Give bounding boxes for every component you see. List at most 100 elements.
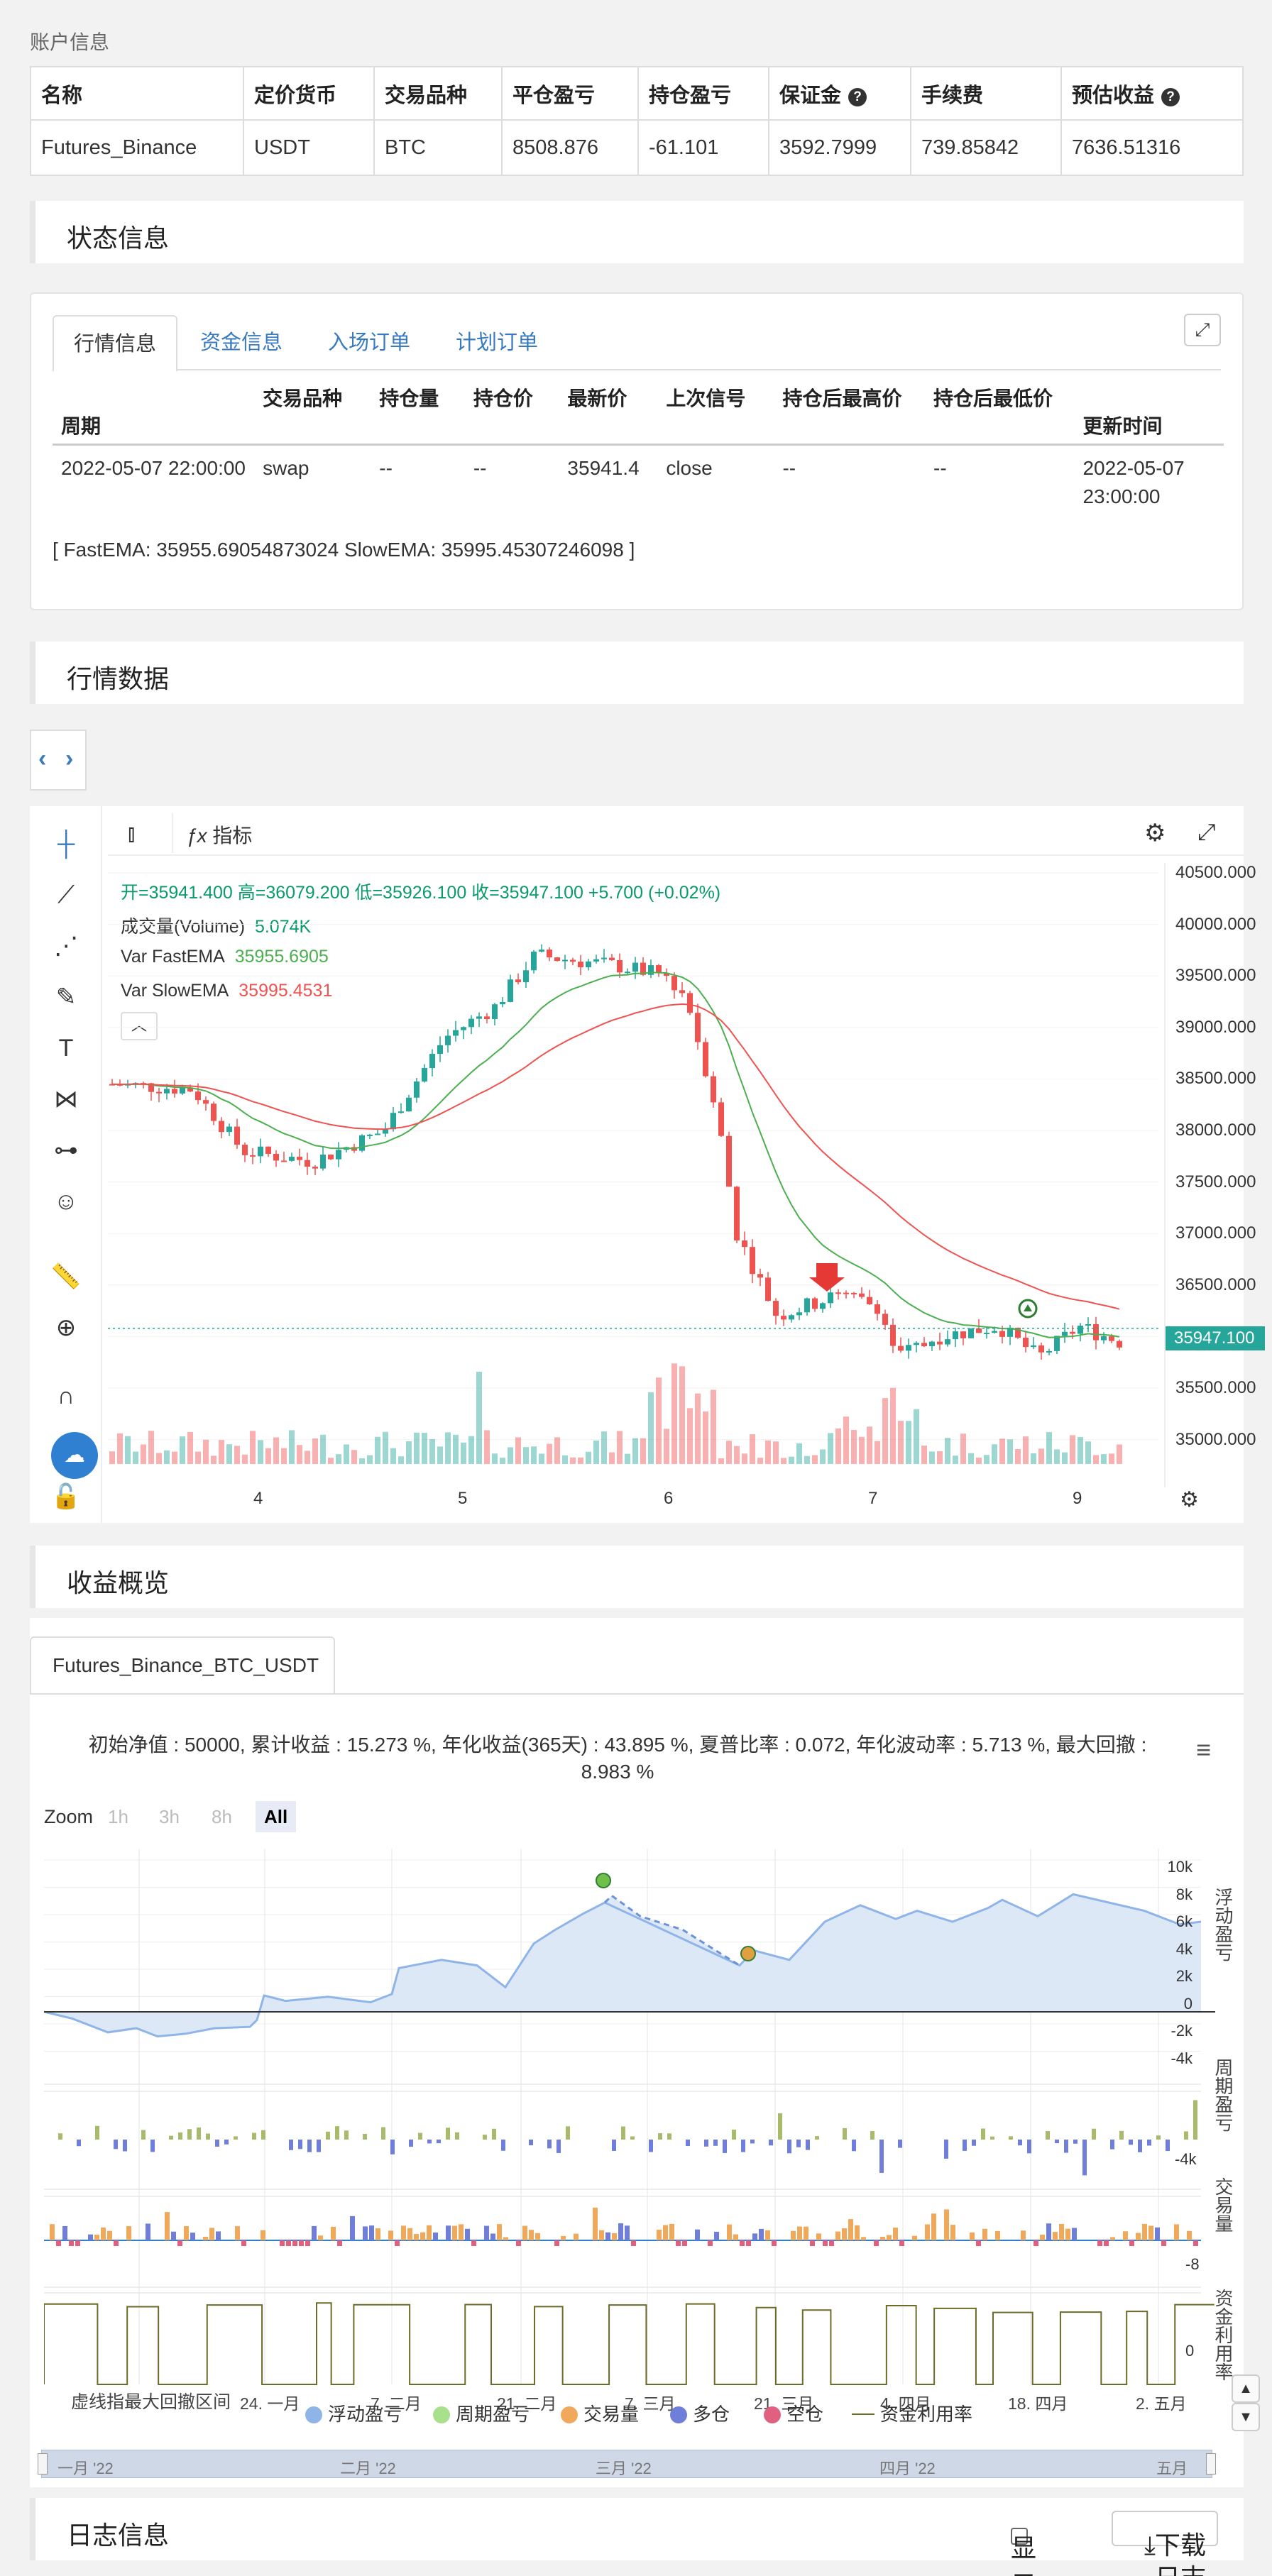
volume-bar	[305, 1451, 310, 1464]
candle	[835, 1292, 841, 1294]
tab-plan-orders[interactable]: 计划订单	[436, 315, 558, 372]
volume-bar	[640, 1438, 646, 1464]
period-pnl-bar	[501, 2140, 505, 2151]
utilization-line	[44, 2302, 1215, 2385]
volume-bar	[1110, 2237, 1115, 2240]
emoji-icon[interactable]: ☺	[50, 1185, 82, 1218]
legend-float-pnl[interactable]: 浮动盈亏	[305, 2400, 402, 2426]
fib-tool-icon[interactable]: ⋰	[50, 930, 82, 962]
help-icon[interactable]: ?	[1161, 87, 1180, 106]
volume-bar	[861, 2237, 866, 2240]
volume-bar	[970, 2232, 975, 2240]
volume-bar	[146, 2223, 150, 2240]
cell-est-profit: 7636.51316	[1060, 119, 1244, 176]
magnet-icon[interactable]: ∩	[50, 1380, 82, 1412]
volume-bar	[297, 1445, 302, 1464]
period-pnl-bar	[206, 2133, 210, 2140]
tab-market-info[interactable]: 行情信息	[53, 315, 178, 372]
measure-tool-icon[interactable]: ⊶	[50, 1134, 82, 1167]
nav-handle-left[interactable]	[38, 2453, 48, 2475]
pattern-tool-icon[interactable]: ⋈	[50, 1083, 82, 1116]
chevron-right-icon[interactable]: ›	[65, 745, 73, 773]
zoom-1h-button[interactable]: 1h	[99, 1801, 137, 1832]
chevron-left-icon[interactable]: ‹	[38, 745, 46, 773]
volume-bar	[56, 2240, 61, 2246]
volume-bar	[765, 1440, 771, 1464]
volume-bar	[992, 1444, 997, 1464]
indicator-button[interactable]: ƒx 指标	[186, 820, 252, 849]
candle-type-icon[interactable]: ⫾	[128, 820, 135, 847]
profit-stats: 初始净值 : 50000, 累计收益 : 15.273 %, 年化收益(365天…	[88, 1734, 1147, 1783]
volume-bar	[1059, 2223, 1064, 2240]
text-tool-icon[interactable]: T	[50, 1032, 82, 1064]
buy-signal-marker	[1018, 1299, 1038, 1319]
expand-icon[interactable]: ⤢	[1184, 314, 1221, 346]
account-title: 账户信息	[30, 31, 110, 53]
zoom-8h-button[interactable]: 8h	[203, 1801, 241, 1832]
volume-bar	[976, 1458, 982, 1464]
cell-high-after: --	[782, 456, 796, 479]
candle	[992, 1331, 997, 1333]
period-pnl-bar	[363, 2133, 367, 2140]
profit-y-tick: 2k	[1175, 1967, 1192, 1985]
volume-bar	[1161, 2240, 1166, 2246]
period-pnl-bar	[381, 2127, 385, 2140]
tab-futures-binance[interactable]: Futures_Binance_BTC_USDT	[30, 1636, 335, 1695]
period-pnl-bar	[806, 2140, 810, 2150]
legend-utilization[interactable]: 资金利用率	[852, 2400, 972, 2426]
col-name: 名称	[30, 66, 244, 121]
brush-icon[interactable]: ✎	[50, 981, 82, 1013]
settings-icon[interactable]: ⚙	[1144, 819, 1166, 847]
legend-period-pnl[interactable]: 周期盈亏	[433, 2400, 530, 2426]
candle	[765, 1277, 771, 1301]
candle	[601, 957, 607, 959]
legend-short[interactable]: 空仓	[764, 2400, 823, 2426]
crosshair-icon[interactable]: ┼	[50, 827, 82, 860]
scroll-up-icon[interactable]: ▲	[1232, 2374, 1260, 2403]
volume-bar	[280, 2240, 285, 2246]
volume-bar	[219, 1440, 224, 1464]
period-pnl-bar	[778, 2113, 782, 2140]
download-log-button[interactable]: ⤓ 下载日志	[1112, 2511, 1218, 2576]
cell-margin: 3592.7999	[768, 119, 911, 176]
candle	[679, 990, 685, 993]
ruler-icon[interactable]: 📏	[50, 1260, 82, 1293]
tab-entry-orders[interactable]: 入场订单	[308, 315, 430, 372]
tab-funds-info[interactable]: 资金信息	[180, 315, 302, 372]
line-tool-icon[interactable]: ⟋	[50, 879, 82, 911]
x-tick: 7	[868, 1489, 878, 1508]
volume-bar	[757, 1458, 763, 1464]
zoom-in-icon[interactable]: ⊕	[50, 1311, 82, 1344]
candle	[305, 1160, 310, 1167]
zoom-3h-button[interactable]: 3h	[150, 1801, 188, 1832]
period-pnl-bar	[723, 2140, 727, 2153]
lock-icon[interactable]: 🔓	[50, 1480, 82, 1513]
candle	[1101, 1336, 1107, 1341]
volume-bar	[88, 2234, 93, 2240]
volume-y-tick: -8	[1185, 2255, 1200, 2273]
volume-bar	[890, 1387, 896, 1464]
range-navigator[interactable]: 一月 '22 二月 '22 三月 '22 四月 '22 五月	[38, 2450, 1216, 2478]
status-section-header: 状态信息	[30, 201, 1244, 263]
candle	[554, 957, 560, 962]
kline-svg	[108, 872, 1158, 1464]
zoom-all-button[interactable]: All	[256, 1801, 297, 1832]
scroll-down-icon[interactable]: ▼	[1232, 2403, 1260, 2431]
volume-bar	[605, 2232, 610, 2240]
fullscreen-icon[interactable]: ⤢	[1197, 819, 1216, 846]
candle	[718, 1102, 724, 1136]
x-tick: 5	[458, 1489, 468, 1508]
hamburger-menu-icon[interactable]: ≡	[1196, 1735, 1211, 1765]
drawdown-start-marker	[596, 1873, 611, 1888]
chart-settings-icon[interactable]: ⚙	[1180, 1487, 1199, 1512]
volume-bar	[1104, 2240, 1109, 2246]
help-icon[interactable]: ?	[848, 87, 867, 106]
candle	[1038, 1345, 1044, 1353]
nav-handle-right[interactable]	[1206, 2453, 1216, 2475]
candle	[226, 1126, 232, 1133]
volume-bar	[574, 2233, 579, 2240]
legend-volume[interactable]: 交易量	[561, 2400, 639, 2426]
legend-long[interactable]: 多仓	[670, 2400, 730, 2426]
volume-bar	[422, 1433, 427, 1464]
period-pnl-bar	[713, 2140, 718, 2146]
